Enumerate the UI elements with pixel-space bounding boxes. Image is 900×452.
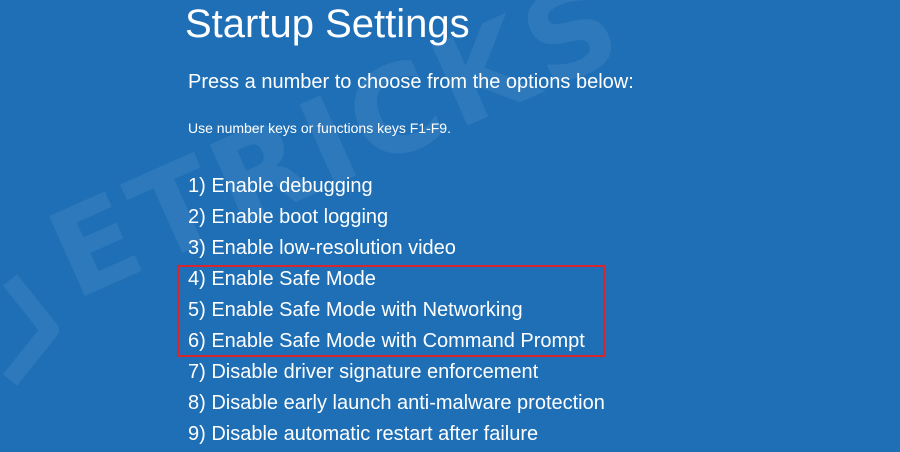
option-disable-driver-signature-enforcement[interactable]: 7) Disable driver signature enforcement (188, 359, 605, 390)
option-enable-boot-logging[interactable]: 2) Enable boot logging (188, 204, 605, 235)
option-enable-low-resolution-video[interactable]: 3) Enable low-resolution video (188, 235, 605, 266)
hint-text: Use number keys or functions keys F1-F9. (188, 120, 451, 136)
option-disable-early-launch-antimalware[interactable]: 8) Disable early launch anti-malware pro… (188, 390, 605, 421)
option-disable-automatic-restart[interactable]: 9) Disable automatic restart after failu… (188, 421, 605, 452)
highlight-box (177, 265, 605, 357)
watermark-logo-icon (2, 274, 59, 386)
page-title: Startup Settings (185, 2, 470, 46)
option-enable-debugging[interactable]: 1) Enable debugging (188, 173, 605, 204)
instruction-text: Press a number to choose from the option… (188, 71, 634, 93)
